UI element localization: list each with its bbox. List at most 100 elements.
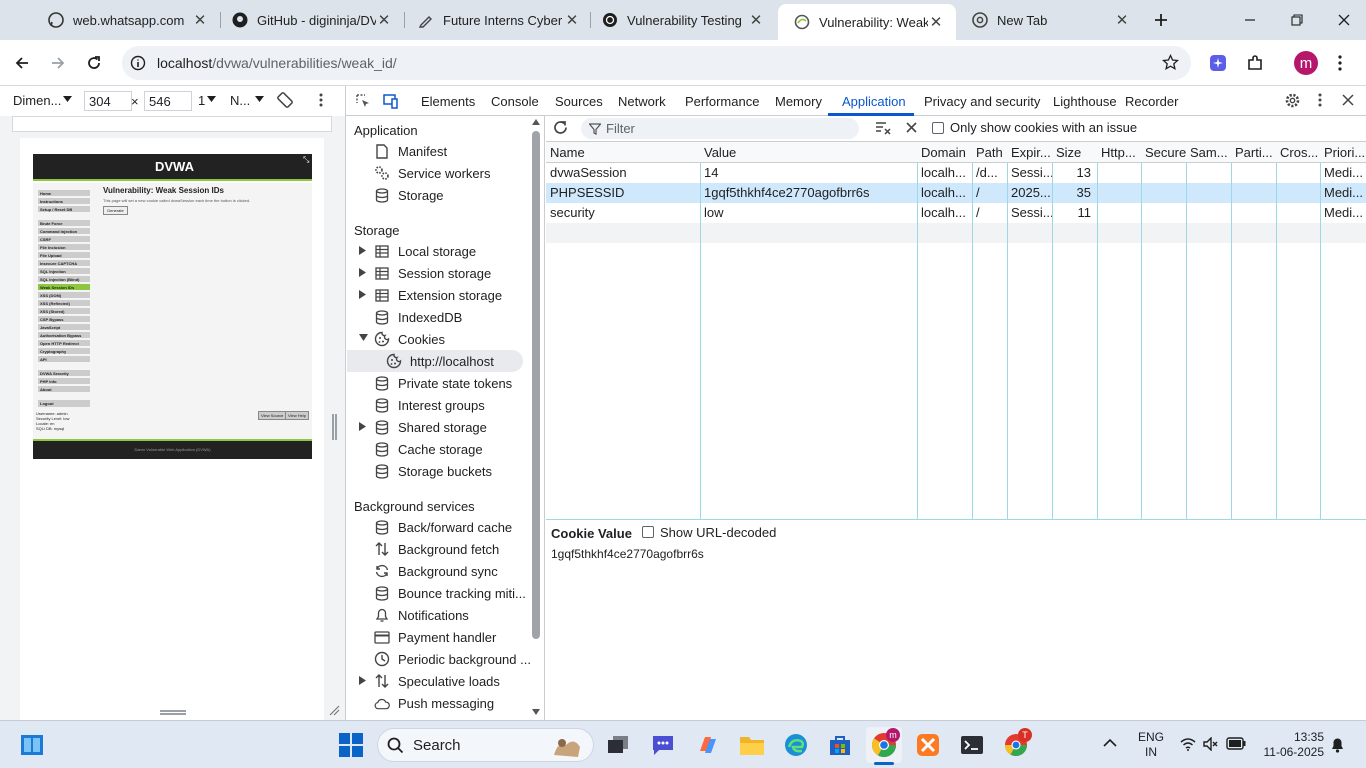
scroll-up-icon[interactable] xyxy=(532,119,540,125)
show-url-decoded-checkbox[interactable] xyxy=(642,526,654,538)
tab-performance[interactable]: Performance xyxy=(685,86,759,116)
browser-menu-icon[interactable] xyxy=(1326,49,1354,77)
tab-console[interactable]: Console xyxy=(491,86,539,116)
clear-filtered-icon[interactable] xyxy=(875,121,891,135)
tab-recorder[interactable]: Recorder xyxy=(1125,86,1178,116)
sidebar-item-private-state-tokens[interactable]: Private state tokens xyxy=(374,372,512,394)
close-tab-icon[interactable]: ✕ xyxy=(1114,12,1130,29)
chat-app-icon[interactable] xyxy=(645,727,681,763)
terminal-icon[interactable] xyxy=(954,727,990,763)
column-header-name[interactable]: Name xyxy=(546,142,700,163)
cookie-value-text[interactable]: 1gqf5thkhf4ce2770agofbrr6s xyxy=(551,547,704,561)
expand-arrow-icon[interactable] xyxy=(359,676,367,685)
corner-resize-handle[interactable] xyxy=(328,704,340,716)
inspect-element-icon[interactable] xyxy=(355,93,371,109)
sidebar-item-local-storage[interactable]: Local storage xyxy=(374,240,476,262)
refresh-icon[interactable] xyxy=(552,119,569,136)
file-explorer-icon[interactable] xyxy=(734,727,770,763)
sidebar-item-payment-handler[interactable]: Payment handler xyxy=(374,626,496,648)
profile-avatar[interactable]: m xyxy=(1294,51,1318,75)
dvwa-menu-item[interactable]: XSS (DOM) xyxy=(38,292,90,299)
sidebar-item-background-fetch[interactable]: Background fetch xyxy=(374,538,499,560)
extension-button[interactable] xyxy=(1204,49,1232,77)
dvwa-menu-item[interactable]: SQL Injection (Blind) xyxy=(38,276,90,283)
cookie-filter-input[interactable]: Filter xyxy=(581,118,859,139)
tab-elements[interactable]: Elements xyxy=(421,86,475,116)
sidebar-item-background-sync[interactable]: Background sync xyxy=(374,560,498,582)
devtools-more-icon[interactable] xyxy=(1318,93,1322,107)
column-header-value[interactable]: Value xyxy=(700,142,917,163)
wifi-icon[interactable] xyxy=(1180,737,1196,751)
tab-privacy-and-security[interactable]: Privacy and security xyxy=(924,86,1040,116)
start-windows-icon[interactable] xyxy=(333,727,369,763)
expand-arrow-icon[interactable] xyxy=(359,268,367,277)
column-header-cros[interactable]: Cros... xyxy=(1276,142,1320,163)
restore-window-button[interactable] xyxy=(1283,6,1311,34)
sidebar-item-periodic-background[interactable]: Periodic background ... xyxy=(374,648,531,670)
dvwa-menu-item[interactable]: XSS (Reflected) xyxy=(38,300,90,307)
sidebar-item-service-workers[interactable]: Service workers xyxy=(374,162,490,184)
width-resize-handle[interactable] xyxy=(332,414,334,440)
copilot-icon[interactable] xyxy=(690,727,726,763)
delete-all-icon[interactable] xyxy=(906,122,917,133)
forward-button[interactable] xyxy=(44,49,72,77)
dvwa-menu-item[interactable]: Brute Force xyxy=(38,220,90,227)
edge-icon[interactable] xyxy=(778,727,814,763)
scroll-down-icon[interactable] xyxy=(532,709,540,715)
tab-vuln-testing[interactable]: Vulnerability Testing ✕ xyxy=(586,0,776,40)
expand-arrow-icon[interactable] xyxy=(359,422,367,431)
column-header-expir[interactable]: Expir... xyxy=(1007,142,1052,163)
dvwa-menu-item[interactable]: Home xyxy=(38,190,90,197)
address-bar[interactable]: localhost/dvwa/vulnerabilities/weak_id/ xyxy=(122,46,1191,80)
dvwa-menu-item[interactable]: Cryptography xyxy=(38,348,90,355)
sidebar-item-storage-buckets[interactable]: Storage buckets xyxy=(374,460,492,482)
taskbar-search-box[interactable]: Search xyxy=(377,728,594,762)
dpr-select[interactable]: 1 xyxy=(198,93,205,108)
sidebar-scrollbar[interactable] xyxy=(532,131,540,639)
sidebar-item-http-localhost[interactable]: http://localhost xyxy=(347,350,523,372)
new-tab-button[interactable] xyxy=(1147,6,1175,34)
sidebar-item-indexeddb[interactable]: IndexedDB xyxy=(374,306,462,328)
tab-lighthouse[interactable]: Lighthouse xyxy=(1053,86,1117,116)
column-header-http[interactable]: Http... xyxy=(1097,142,1141,163)
dvwa-menu-item[interactable]: CSRF xyxy=(38,236,90,243)
battery-icon[interactable] xyxy=(1226,737,1246,750)
dvwa-menu-item[interactable]: JavaScript xyxy=(38,324,90,331)
sidebar-item-speculative-loads[interactable]: Speculative loads xyxy=(374,670,500,692)
tab-future-interns[interactable]: Future Interns Cyber S ✕ xyxy=(402,0,592,40)
close-tab-icon[interactable]: ✕ xyxy=(564,12,580,29)
close-devtools-icon[interactable] xyxy=(1342,94,1354,106)
tab-sources[interactable]: Sources xyxy=(555,86,603,116)
column-header-domain[interactable]: Domain xyxy=(917,142,972,163)
sidebar-item-back-forward-cache[interactable]: Back/forward cache xyxy=(374,516,512,538)
close-tab-icon[interactable]: ✕ xyxy=(748,12,764,29)
close-tab-icon[interactable]: ✕ xyxy=(376,12,392,29)
column-header-secure[interactable]: Secure xyxy=(1141,142,1186,163)
sidebar-item-interest-groups[interactable]: Interest groups xyxy=(374,394,485,416)
device-toggle-icon[interactable] xyxy=(383,93,399,109)
bookmark-star-icon[interactable] xyxy=(1162,54,1179,71)
tab-network[interactable]: Network xyxy=(618,86,666,116)
speaker-muted-icon[interactable] xyxy=(1203,737,1219,751)
dvwa-menu-item[interactable]: Authorisation Bypass xyxy=(38,332,90,339)
dvwa-menu-item[interactable]: XSS (Stored) xyxy=(38,308,90,315)
tab-memory[interactable]: Memory xyxy=(775,86,822,116)
site-info-icon[interactable] xyxy=(130,55,146,71)
close-window-button[interactable] xyxy=(1330,6,1358,34)
language-indicator[interactable]: ENG IN xyxy=(1138,730,1164,760)
sidebar-item-cookies[interactable]: Cookies xyxy=(374,328,445,350)
sidebar-item-push-messaging[interactable]: Push messaging xyxy=(374,692,494,714)
column-header-sam[interactable]: Sam... xyxy=(1186,142,1231,163)
dvwa-menu-item[interactable]: Weak Session IDs xyxy=(38,284,90,291)
settings-gear-icon[interactable] xyxy=(1284,92,1301,109)
back-button[interactable] xyxy=(8,49,36,77)
sidebar-item-cache-storage[interactable]: Cache storage xyxy=(374,438,483,460)
notification-bell-icon[interactable] xyxy=(1330,736,1345,753)
dvwa-menu-item[interactable]: CSP Bypass xyxy=(38,316,90,323)
issue-filter-checkbox[interactable] xyxy=(932,122,944,134)
close-tab-icon[interactable]: ✕ xyxy=(192,12,208,29)
sidebar-item-manifest[interactable]: Manifest xyxy=(374,140,447,162)
sidebar-item-storage[interactable]: Storage xyxy=(374,184,444,206)
reload-button[interactable] xyxy=(80,49,108,77)
rotate-icon[interactable] xyxy=(276,91,294,109)
